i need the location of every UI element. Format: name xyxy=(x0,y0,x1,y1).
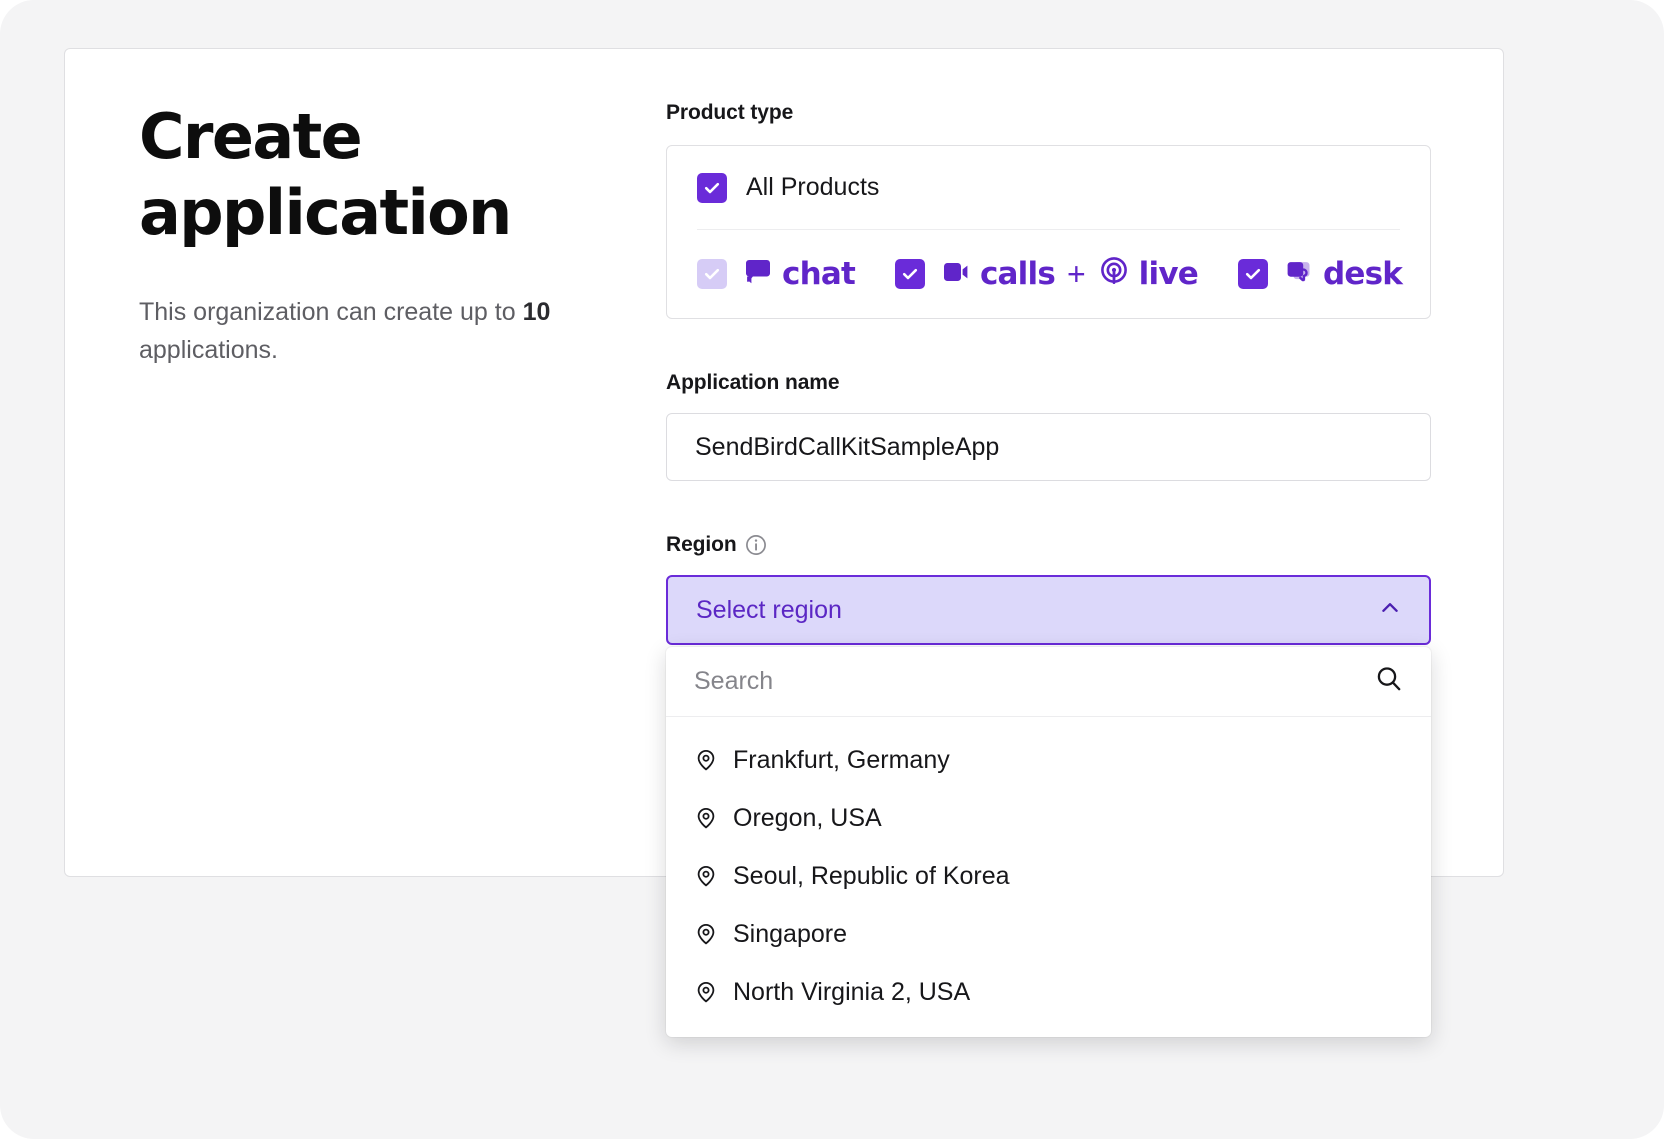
region-option[interactable]: Oregon, USA xyxy=(666,789,1431,847)
calls-checkbox[interactable] xyxy=(894,259,925,289)
calls-label: calls xyxy=(979,255,1056,292)
map-pin-icon xyxy=(694,748,718,772)
desk-checkbox[interactable] xyxy=(1237,259,1268,289)
product-item-calls[interactable]: calls xyxy=(894,255,1056,292)
broadcast-icon xyxy=(1098,256,1130,293)
region-select-wrapper: Select region Search Frankfurt, Germany … xyxy=(666,575,1431,1037)
product-type-label-text: Product type xyxy=(666,101,794,124)
all-products-row[interactable]: All Products xyxy=(697,146,1400,230)
create-application-card: Create application This organization can… xyxy=(64,48,1504,1037)
region-option-label: Seoul, Republic of Korea xyxy=(733,861,1010,890)
region-select[interactable]: Select region xyxy=(666,575,1431,645)
region-label-text: Region xyxy=(666,533,737,556)
desk-label: desk xyxy=(1322,255,1403,292)
application-name-label-text: Application name xyxy=(666,371,840,394)
all-products-label: All Products xyxy=(746,173,880,201)
map-pin-icon xyxy=(694,864,718,888)
region-option[interactable]: North Virginia 2, USA xyxy=(666,963,1431,1021)
product-item-chat[interactable]: chat xyxy=(697,255,856,292)
region-option-label: Frankfurt, Germany xyxy=(733,745,950,774)
chevron-up-icon[interactable] xyxy=(1377,595,1403,626)
search-icon[interactable] xyxy=(1373,663,1405,700)
all-products-checkbox[interactable] xyxy=(697,172,727,203)
region-label: Region xyxy=(666,533,1431,557)
region-dropdown: Search Frankfurt, Germany Oregon, USA Se… xyxy=(666,647,1431,1037)
page-title-line-2: application xyxy=(139,176,512,249)
product-type-group: All Products chat calls + live desk xyxy=(666,145,1431,319)
region-option-label: North Virginia 2, USA xyxy=(733,977,971,1006)
region-option[interactable]: Singapore xyxy=(666,905,1431,963)
stacked-bubbles-icon xyxy=(1284,257,1314,292)
application-name-label: Application name xyxy=(666,371,1431,395)
video-camera-icon xyxy=(941,257,971,292)
desk-wordmark: desk xyxy=(1284,255,1403,292)
application-name-input[interactable]: SendBirdCallKitSampleApp xyxy=(666,413,1431,481)
live-wordmark: live xyxy=(1098,255,1199,293)
plus-separator: + xyxy=(1066,256,1086,292)
map-pin-icon xyxy=(694,980,718,1004)
page-title-line-1: Create xyxy=(139,100,363,173)
page-background: Create application This organization can… xyxy=(0,0,1664,1139)
live-label: live xyxy=(1138,255,1199,292)
info-circle-icon[interactable] xyxy=(745,534,767,556)
product-list-row: chat calls + live desk xyxy=(697,230,1403,318)
region-option-list: Frankfurt, Germany Oregon, USA Seoul, Re… xyxy=(666,731,1431,1021)
region-option[interactable]: Frankfurt, Germany xyxy=(666,731,1431,789)
region-search-row[interactable]: Search xyxy=(666,647,1431,717)
chat-bubble-icon xyxy=(743,257,773,292)
region-option-label: Oregon, USA xyxy=(733,803,882,832)
application-form: Product type All Products chat calls + l… xyxy=(666,101,1431,1037)
quota-text-before: This organization can create up to xyxy=(139,298,523,326)
region-option[interactable]: Seoul, Republic of Korea xyxy=(666,847,1431,905)
calls-wordmark: calls xyxy=(941,255,1056,292)
product-item-live[interactable]: live xyxy=(1098,255,1199,293)
quota-text-after: applications. xyxy=(139,336,278,364)
application-quota-text: This organization can create up to 10 ap… xyxy=(139,293,609,369)
chat-wordmark: chat xyxy=(743,255,856,292)
chat-checkbox[interactable] xyxy=(697,259,727,289)
quota-count: 10 xyxy=(522,298,551,326)
chat-label: chat xyxy=(782,255,856,292)
product-item-desk[interactable]: desk xyxy=(1237,255,1403,292)
map-pin-icon xyxy=(694,922,718,946)
region-select-value: Select region xyxy=(696,595,842,624)
map-pin-icon xyxy=(694,806,718,830)
region-option-label: Singapore xyxy=(733,919,847,948)
intro-column: Create application This organization can… xyxy=(139,99,609,369)
product-type-label: Product type xyxy=(666,101,1431,125)
region-search-input[interactable]: Search xyxy=(694,667,773,696)
page-title: Create application xyxy=(139,99,609,251)
application-name-value: SendBirdCallKitSampleApp xyxy=(695,432,1000,461)
